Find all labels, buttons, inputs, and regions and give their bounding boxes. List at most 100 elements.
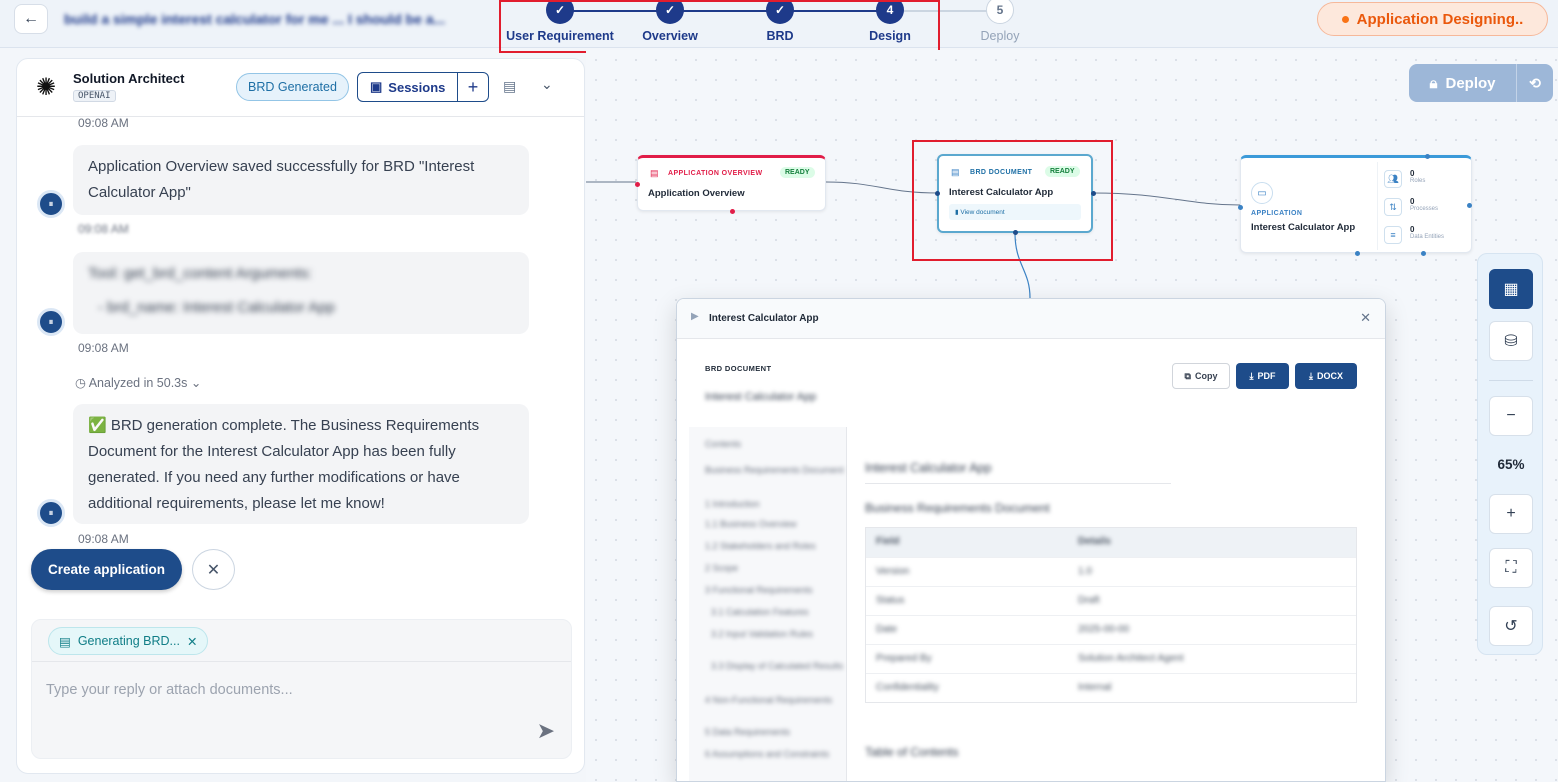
chevron-down-icon: ⌄ xyxy=(187,376,202,390)
toc-item[interactable]: Contents xyxy=(705,439,741,449)
doc-info-table: Field Details Version 1.0 Status Draft Date… xyxy=(865,527,1357,703)
roles-stat: 0 Roles xyxy=(1410,169,1426,184)
toc-item[interactable]: 6 Assumptions and Constraints xyxy=(705,749,829,759)
download-icon: ⤓ xyxy=(1249,370,1254,381)
clock-icon: ◷ xyxy=(75,376,89,390)
grid-view-button[interactable]: ▦ xyxy=(1489,269,1533,309)
toc-item[interactable]: 1.1 Business Overview xyxy=(705,519,797,529)
send-icon[interactable]: ➤ xyxy=(537,718,555,744)
chevron-down-icon[interactable]: ⌄ xyxy=(541,76,553,93)
zoom-in-button[interactable]: + xyxy=(1489,494,1533,534)
port-left[interactable] xyxy=(635,182,640,187)
controls-divider xyxy=(1489,380,1533,381)
step-overview[interactable]: ✓ Overview xyxy=(610,0,730,43)
node-application-overview[interactable]: ▤ APPLICATION OVERVIEW READY Application… xyxy=(635,155,826,214)
toc-item[interactable]: 2 Scope xyxy=(705,563,738,573)
message-time: 09:08 AM xyxy=(78,222,129,236)
copy-icon: ⧉ xyxy=(1184,370,1191,381)
port-bottom[interactable] xyxy=(1013,230,1018,235)
step-deploy[interactable]: 5 Deploy xyxy=(940,0,1060,43)
chat-message: Tool: get_brd_content Arguments: - brd_n… xyxy=(73,252,529,334)
reply-input[interactable]: Type your reply or attach documents... xyxy=(46,682,293,698)
history-icon[interactable]: ⟲ xyxy=(1517,75,1553,92)
step-user-requirement[interactable]: ✓ User Requirement xyxy=(500,0,620,43)
view-document-link[interactable]: ▮ View document xyxy=(949,204,1081,220)
top-bar: ← build a simple interest calculator for… xyxy=(0,0,1558,48)
step-brd[interactable]: ✓ BRD xyxy=(720,0,840,43)
processes-icon: ⇅ xyxy=(1384,198,1402,216)
table-row: Version 1.0 xyxy=(866,557,1356,586)
back-button[interactable]: ← xyxy=(14,4,48,34)
sessions-icon: ▣ xyxy=(370,79,383,94)
toc-item[interactable]: 3.2 Input Validation Rules xyxy=(711,629,813,639)
port-right[interactable] xyxy=(1467,203,1472,208)
port-bottom[interactable] xyxy=(1355,251,1360,256)
node-brd-document[interactable]: ▤ BRD DOCUMENT READY Interest Calculator… xyxy=(935,154,1096,235)
toc-item[interactable]: 4 Non-Functional Requirements xyxy=(705,695,832,705)
port-bottom-2[interactable] xyxy=(1421,251,1426,256)
edge-brd-app xyxy=(1092,192,1241,206)
toc-item[interactable]: 3.1 Calculation Features xyxy=(711,607,809,617)
ready-badge: READY xyxy=(1045,166,1080,177)
port-right[interactable] xyxy=(1091,191,1096,196)
minus-icon: − xyxy=(1506,407,1516,424)
database-view-button[interactable]: ⛁ xyxy=(1489,321,1533,361)
chat-message: ✅ BRD generation complete. The Business … xyxy=(73,404,529,524)
grid-icon: ▦ xyxy=(1503,281,1519,298)
copy-button[interactable]: ⧉ Copy xyxy=(1172,363,1230,389)
processes-stat: 0 Processes xyxy=(1410,197,1439,212)
data-entities-icon: ≡ xyxy=(1384,226,1402,244)
database-icon: ⛁ xyxy=(1504,333,1518,350)
lock-icon: 🔒︎ xyxy=(1429,74,1438,92)
port-bottom[interactable] xyxy=(730,209,735,214)
table-row: Confidentiality Internal xyxy=(866,673,1356,702)
port-top[interactable] xyxy=(1425,154,1430,159)
toc-item[interactable]: 1.2 Stakeholders and Roles xyxy=(705,541,816,551)
arrow-left-icon: ← xyxy=(23,10,39,27)
document-icon[interactable]: ▤ xyxy=(503,78,516,95)
node-application[interactable]: ▭ APPLICATION Interest Calculator App 👥︎… xyxy=(1238,154,1472,256)
toc-item[interactable]: 5 Data Requirements xyxy=(705,727,790,737)
message-time: 09:08 AM xyxy=(78,341,129,355)
remove-chip-icon[interactable]: ✕ xyxy=(187,634,197,649)
agent-avatar: ⏸ xyxy=(37,499,65,527)
toc-item[interactable]: 1 Introduction xyxy=(705,499,760,509)
port-left[interactable] xyxy=(935,191,940,196)
brd-document-modal: ▶ Interest Calculator App ✕ BRD DOCUMENT… xyxy=(676,298,1386,782)
edge-overview-brd xyxy=(825,181,939,194)
step-design[interactable]: 4 Design xyxy=(830,0,950,43)
deploy-button[interactable]: 🔒︎ Deploy ⟲ xyxy=(1409,64,1553,102)
analyzed-toggle[interactable]: ◷ Analyzed in 50.3s ⌄ xyxy=(75,375,201,390)
close-icon[interactable]: ✕ xyxy=(1360,310,1371,326)
agent-avatar: ⏸ xyxy=(37,308,65,336)
toc-item[interactable]: 3 Functional Requirements xyxy=(705,585,813,595)
document-icon: ▶ xyxy=(691,311,699,322)
zoom-out-button[interactable]: − xyxy=(1489,396,1533,436)
fit-view-button[interactable]: ⛶ xyxy=(1489,548,1533,588)
toc-item[interactable]: Business Requirements Document xyxy=(705,465,844,475)
doc-rule xyxy=(865,483,1171,484)
project-title: build a simple interest calculator for m… xyxy=(64,11,446,27)
plus-icon: + xyxy=(1506,505,1516,522)
openai-logo-icon: ✺ xyxy=(35,74,57,101)
toc-item[interactable]: 3.3 Display of Calculated Results xyxy=(711,661,843,671)
sessions-button[interactable]: ▣ Sessions + xyxy=(357,72,489,102)
x-icon: ✕ xyxy=(206,561,221,579)
new-session-button[interactable]: + xyxy=(458,77,488,98)
create-application-button[interactable]: Create application xyxy=(31,549,182,590)
download-pdf-button[interactable]: ⤓ PDF xyxy=(1236,363,1289,389)
status-badge: Application Designing.. xyxy=(1317,2,1548,36)
file-icon: ▤ xyxy=(650,168,659,178)
agent-name: Solution Architect xyxy=(73,71,185,86)
reset-icon: ↺ xyxy=(1504,618,1518,635)
chat-message: Application Overview saved successfully … xyxy=(73,145,529,215)
download-docx-button[interactable]: ⤓ DOCX xyxy=(1295,363,1357,389)
port-left[interactable] xyxy=(1238,205,1243,210)
chat-panel: ✺ Solution Architect OPENAI BRD Generate… xyxy=(16,58,585,774)
reset-view-button[interactable]: ↺ xyxy=(1489,606,1533,646)
doc-type-label: BRD DOCUMENT xyxy=(705,364,772,373)
dismiss-button[interactable]: ✕ xyxy=(192,549,235,590)
doc-subtitle: Interest Calculator App xyxy=(705,391,817,403)
canvas-controls: ▦ ⛁ − 65% + ⛶ ↺ xyxy=(1477,253,1543,655)
ready-badge: READY xyxy=(780,167,815,178)
